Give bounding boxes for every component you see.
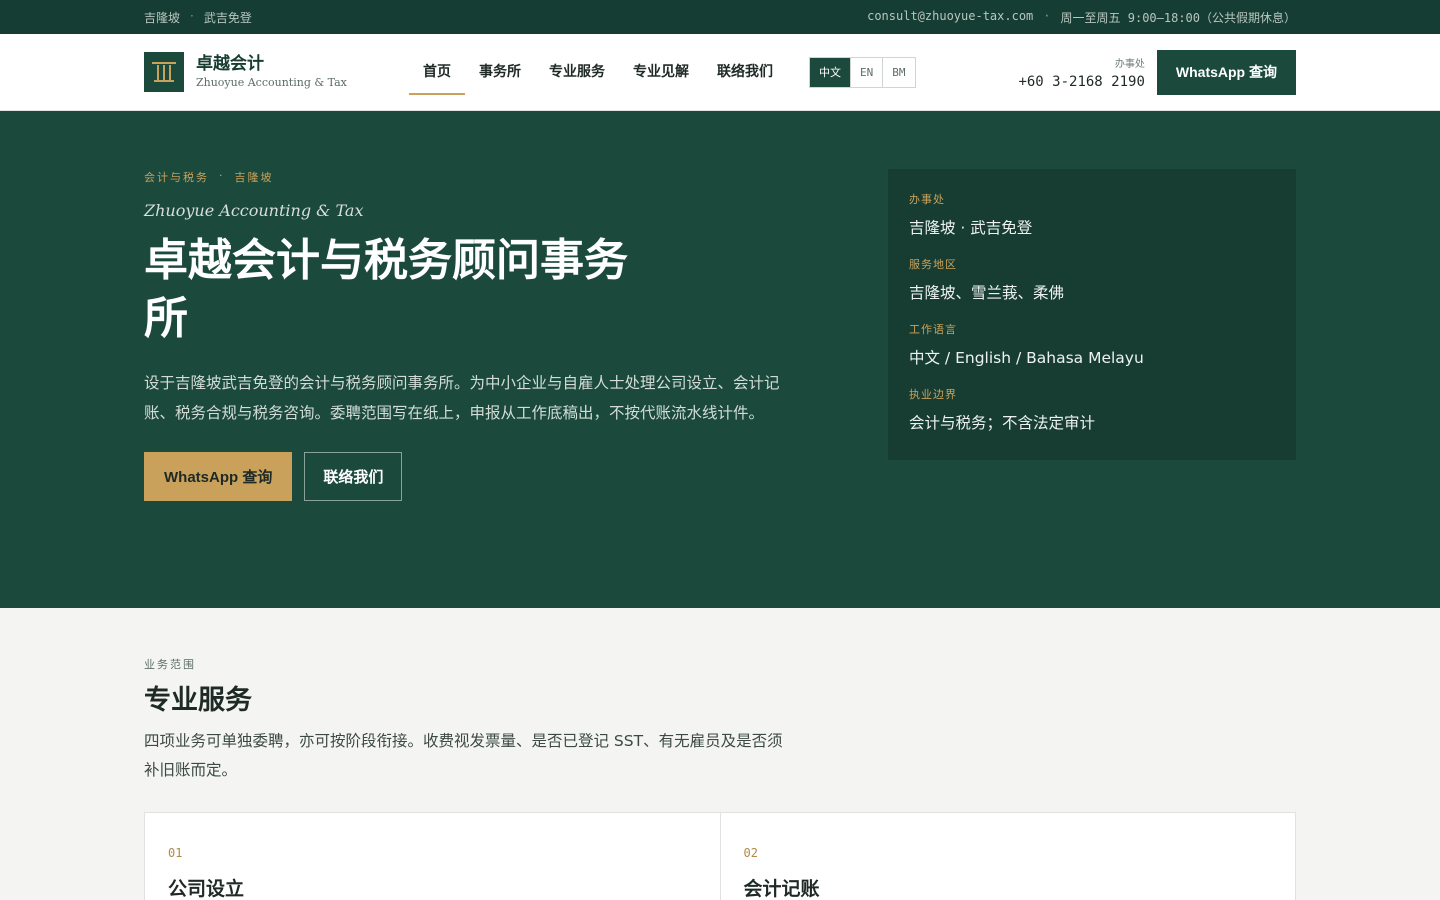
- hero-eyebrow-category: 会计与税务: [144, 171, 209, 184]
- main-navigation: 卓越会计 Zhuoyue Accounting & Tax 首页 事务所 专业服…: [0, 34, 1440, 111]
- header-contact: 办事处 +60 3-2168 2190: [1018, 55, 1144, 90]
- service-card-company-setup[interactable]: 01 公司设立: [145, 813, 720, 900]
- nav-link-insights[interactable]: 专业见解: [619, 34, 703, 111]
- info-value: 吉隆坡、雪兰莪、柔佛: [909, 284, 1065, 302]
- office-label: 办事处: [1114, 58, 1145, 70]
- nav-link-contact[interactable]: 联络我们: [703, 34, 787, 111]
- top-info-bar: 吉隆坡 · 武吉免登 consult@zhuoyue-tax.com · 周一至…: [0, 0, 1440, 34]
- service-card-title: 会计记账: [743, 878, 820, 900]
- contact-email-link[interactable]: consult@zhuoyue-tax.com: [867, 9, 1033, 26]
- lang-option-zh[interactable]: 中文: [810, 57, 850, 87]
- brand-name-cn: 卓越会计: [196, 54, 264, 75]
- info-separator: ·: [1043, 8, 1051, 23]
- brand-name-en: Zhuoyue Accounting & Tax: [196, 75, 347, 89]
- services-title: 专业服务: [144, 685, 252, 716]
- info-value: 会计与税务；不含法定审计: [909, 414, 1096, 432]
- office-info-card: 办事处 吉隆坡 · 武吉免登 服务地区 吉隆坡、雪兰莪、柔佛 工作语言 中文 /…: [888, 169, 1296, 460]
- hero-eyebrow-city: 吉隆坡: [234, 171, 274, 184]
- service-card-number: 01: [168, 846, 183, 860]
- primary-menu: 首页 事务所 专业服务 专业见解 联络我们: [409, 34, 787, 111]
- location-area: 武吉免登: [203, 10, 252, 25]
- office-hours: 周一至周五 9:00–18:00（公共假期休息）: [1060, 10, 1296, 25]
- hero-actions: WhatsApp 查询 联络我们: [144, 452, 794, 501]
- location-city: 吉隆坡: [144, 10, 181, 25]
- service-card-bookkeeping[interactable]: 02 会计记账: [719, 813, 1296, 900]
- hero-section: 会计与税务 · 吉隆坡 Zhuoyue Accounting & Tax 卓越会…: [0, 111, 1440, 608]
- brand-logo-link[interactable]: 卓越会计 Zhuoyue Accounting & Tax: [144, 52, 409, 92]
- nav-link-firm[interactable]: 事务所: [465, 34, 535, 111]
- services-section: 业务范围 专业服务 四项业务可单独委聘，亦可按阶段衔接。收费视发票量、是否已登记…: [0, 608, 1440, 900]
- phone-number-link[interactable]: +60 3-2168 2190: [1018, 74, 1144, 90]
- info-value: 吉隆坡 · 武吉免登: [909, 219, 1033, 237]
- service-card-number: 02: [743, 846, 758, 860]
- hero-title: 卓越会计与税务顾问事务所: [144, 235, 628, 344]
- service-card-title: 公司设立: [168, 878, 245, 900]
- info-key: 办事处: [909, 193, 945, 206]
- services-description: 四项业务可单独委聘，亦可按阶段衔接。收费视发票量、是否已登记 SST、有无雇员及…: [144, 732, 783, 779]
- hero-eyebrow: 会计与税务 · 吉隆坡: [144, 169, 794, 185]
- language-switcher: 中文 EN BM: [809, 56, 916, 88]
- lang-option-en[interactable]: EN: [850, 57, 882, 87]
- info-item-office: 办事处 吉隆坡 · 武吉免登: [909, 191, 1275, 238]
- pillar-logo-icon: [144, 52, 184, 92]
- info-key: 执业边界: [909, 388, 957, 401]
- location-separator: ·: [190, 8, 194, 23]
- info-value: 中文 / English / Bahasa Melayu: [909, 349, 1144, 367]
- info-item-languages: 工作语言 中文 / English / Bahasa Melayu: [909, 321, 1275, 368]
- info-item-service-area: 服务地区 吉隆坡、雪兰莪、柔佛: [909, 256, 1275, 303]
- hero-eyebrow-separator: ·: [219, 169, 225, 182]
- info-key: 服务地区: [909, 258, 957, 271]
- info-key: 工作语言: [909, 323, 957, 336]
- nav-link-home[interactable]: 首页: [409, 34, 465, 111]
- services-eyebrow: 业务范围: [144, 658, 196, 671]
- info-item-scope: 执业边界 会计与税务；不含法定审计: [909, 386, 1275, 433]
- hero-subtitle-en: Zhuoyue Accounting & Tax: [144, 201, 364, 220]
- hero-description: 设于吉隆坡武吉免登的会计与税务顾问事务所。为中小企业与自雇人士处理公司设立、会计…: [144, 374, 780, 422]
- hero-whatsapp-button[interactable]: WhatsApp 查询: [144, 452, 293, 501]
- hero-contact-button[interactable]: 联络我们: [304, 452, 403, 501]
- nav-link-services[interactable]: 专业服务: [535, 34, 619, 111]
- services-card-grid: 01 公司设立 02 会计记账: [144, 812, 1296, 900]
- lang-option-bm[interactable]: BM: [882, 57, 914, 87]
- header-whatsapp-button[interactable]: WhatsApp 查询: [1156, 49, 1296, 95]
